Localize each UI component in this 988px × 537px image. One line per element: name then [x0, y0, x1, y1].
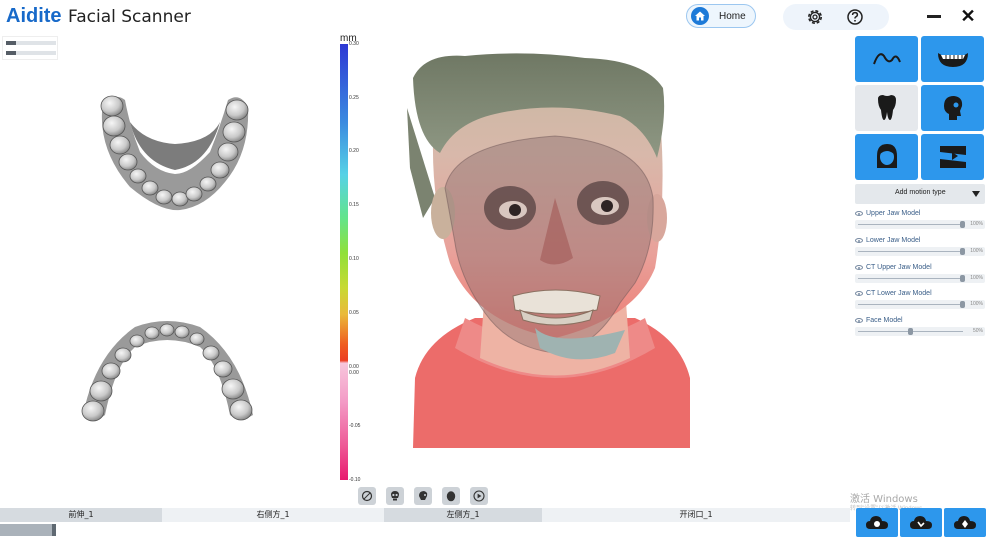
- tile-bite-block[interactable]: [921, 134, 984, 180]
- scale-tick: 0.30: [349, 41, 359, 47]
- model-face: Face Model 50%: [855, 317, 985, 336]
- slider-knob[interactable]: [960, 275, 965, 282]
- timeline-segment[interactable]: 右侧方_1: [162, 508, 384, 522]
- scale-tick: -0.05: [349, 423, 361, 429]
- model-label: Lower Jaw Model: [866, 237, 921, 244]
- face-ct-render: [407, 53, 690, 448]
- tile-jaw-teeth[interactable]: [921, 36, 984, 82]
- opacity-slider[interactable]: 100%: [855, 300, 985, 309]
- bite-block-icon: [939, 146, 966, 168]
- play-button[interactable]: [470, 487, 488, 505]
- model-upper-jaw: Upper Jaw Model 100%: [855, 210, 985, 229]
- layer-toggle-box[interactable]: [2, 36, 58, 60]
- layer-toggle-lower[interactable]: [6, 51, 56, 55]
- model-ct-lower-jaw: CT Lower Jaw Model 100%: [855, 290, 985, 309]
- model-lower-jaw: Lower Jaw Model 100%: [855, 237, 985, 256]
- scale-tick: 0.25: [349, 95, 359, 101]
- tile-motion-curve[interactable]: [855, 36, 918, 82]
- cloud-export-icon: [954, 515, 976, 529]
- slider-knob[interactable]: [960, 221, 965, 228]
- view-skull-button[interactable]: [386, 487, 404, 505]
- tile-tooth[interactable]: [855, 85, 918, 131]
- eye-icon[interactable]: [855, 291, 863, 296]
- eye-icon[interactable]: [855, 238, 863, 243]
- model-label: CT Lower Jaw Model: [866, 290, 932, 297]
- tile-skull[interactable]: [921, 85, 984, 131]
- gear-icon[interactable]: [806, 8, 824, 31]
- scale-tick: 0.15: [349, 202, 359, 208]
- view-side-button[interactable]: [414, 487, 432, 505]
- question-icon[interactable]: [846, 8, 864, 31]
- model-ct-upper-jaw: CT Upper Jaw Model 100%: [855, 264, 985, 283]
- opacity-slider[interactable]: 100%: [855, 220, 985, 229]
- eye-icon[interactable]: [855, 318, 863, 323]
- opacity-slider[interactable]: 100%: [855, 274, 985, 283]
- motion-timeline: 前伸_1 右侧方_1 左侧方_1 开闭口_1: [0, 508, 850, 537]
- scale-tick: 0.20: [349, 148, 359, 154]
- model-label: CT Upper Jaw Model: [866, 264, 932, 271]
- scale-tick: 0.05: [349, 310, 359, 316]
- face-person-icon: [876, 144, 897, 168]
- view-back-button[interactable]: [442, 487, 460, 505]
- slider-knob[interactable]: [960, 248, 965, 255]
- upper-jaw-model: [100, 95, 249, 211]
- opacity-value: 100%: [970, 221, 983, 227]
- tooth-icon: [877, 95, 896, 120]
- close-icon[interactable]: ✕: [958, 6, 978, 27]
- opacity-value: 100%: [970, 275, 983, 281]
- cloud-face-icon: [866, 515, 888, 529]
- deviation-color-scale: [340, 44, 348, 480]
- eye-icon[interactable]: [855, 211, 863, 216]
- utility-pill: [783, 4, 889, 30]
- timeline-scrubber[interactable]: [0, 524, 56, 536]
- slider-knob[interactable]: [907, 328, 913, 335]
- minimize-icon[interactable]: [925, 6, 943, 26]
- skull-icon: [943, 96, 962, 120]
- scrubber-handle[interactable]: [52, 524, 56, 536]
- scale-tick: 0.10: [349, 256, 359, 262]
- view-front-button[interactable]: [358, 487, 376, 505]
- cloud-export-button[interactable]: [944, 508, 986, 537]
- opacity-value: 100%: [970, 248, 983, 254]
- timeline-segment[interactable]: 前伸_1: [0, 508, 162, 522]
- title-bar: Aidite Facial Scanner Home ✕: [0, 0, 988, 34]
- add-motion-type-label: Add motion type: [895, 189, 946, 196]
- model-label: Face Model: [866, 317, 903, 324]
- head-back-icon: [446, 491, 456, 502]
- cloud-hand-button[interactable]: [900, 508, 942, 537]
- facial-scanner-app: Aidite Facial Scanner Home ✕ mm 0.30 0.2…: [0, 0, 988, 537]
- timeline-segment[interactable]: 左侧方_1: [384, 508, 542, 522]
- home-button[interactable]: Home: [686, 4, 756, 28]
- opacity-slider[interactable]: 100%: [855, 247, 985, 256]
- opacity-slider[interactable]: 50%: [855, 327, 985, 336]
- slider-knob[interactable]: [960, 301, 965, 308]
- opacity-value: 50%: [972, 328, 983, 334]
- layer-toggle-upper[interactable]: [6, 41, 56, 45]
- play-icon: [473, 490, 485, 502]
- skull-side-icon: [419, 491, 428, 500]
- tile-face-person[interactable]: [855, 134, 918, 180]
- home-button-label: Home: [719, 10, 746, 22]
- app-title: Facial Scanner: [68, 7, 191, 27]
- add-motion-type-dropdown[interactable]: Add motion type: [855, 184, 985, 204]
- opacity-value: 100%: [970, 301, 983, 307]
- scale-tick: 0.00: [349, 370, 359, 376]
- face-profile-icon: [361, 490, 373, 502]
- lower-jaw-model: [81, 321, 253, 422]
- scale-tick: -0.10: [349, 477, 361, 483]
- model-label: Upper Jaw Model: [866, 210, 921, 217]
- brand-logo: Aidite: [6, 5, 62, 27]
- motion-curve-icon: [872, 53, 901, 65]
- skull-icon: [391, 491, 399, 501]
- eye-icon[interactable]: [855, 265, 863, 270]
- jaw-teeth-icon: [937, 53, 968, 67]
- chevron-down-icon: [972, 191, 980, 197]
- timeline-segment[interactable]: 开闭口_1: [542, 508, 850, 522]
- cloud-hand-icon: [910, 515, 932, 529]
- home-icon: [691, 7, 709, 25]
- cloud-upload-button[interactable]: [856, 508, 898, 537]
